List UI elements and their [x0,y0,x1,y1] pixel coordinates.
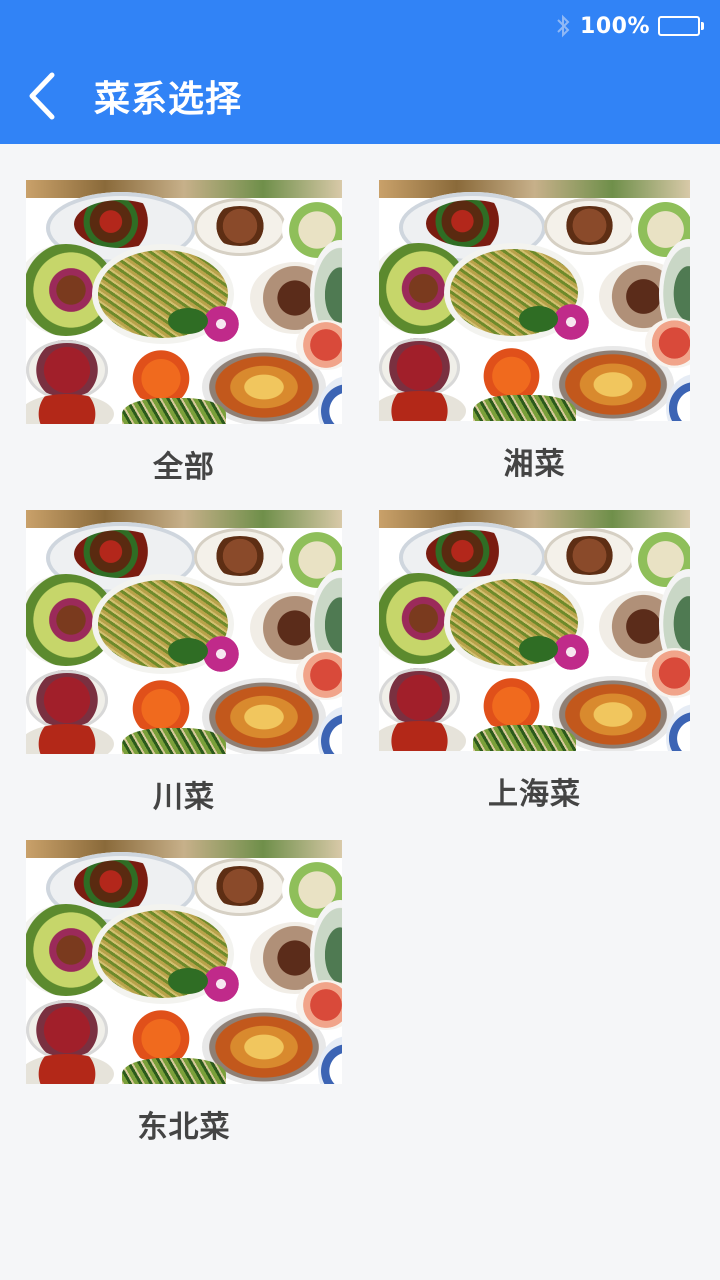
food-dish-shape [518,306,559,333]
food-dish-shape [473,395,576,421]
cuisine-card-shanghai[interactable]: 上海菜 [379,510,690,812]
food-dish-shape [26,724,114,754]
cuisine-image [379,510,690,751]
food-dish-shape [122,728,226,754]
food-dish-shape [379,721,466,751]
food-dish-shape [379,668,460,728]
cuisine-card-hunan[interactable]: 湘菜 [379,180,690,482]
cuisine-label: 川菜 [153,780,215,815]
battery-percent: 100% [580,13,650,39]
cuisine-label: 全部 [153,450,215,485]
food-dish-shape [379,391,466,421]
cuisine-label: 东北菜 [137,1110,231,1145]
food-dish-shape [168,308,208,334]
food-dish-shape [122,680,200,732]
food-dish-shape [426,529,517,578]
food-dish-shape [473,347,551,400]
food-dish-shape [379,180,690,198]
food-dish-shape [473,677,551,730]
cuisine-card-dongbei[interactable]: 东北菜 [26,840,342,1145]
food-dish-shape [26,840,342,858]
food-dish-shape [379,338,460,398]
cuisine-image [379,180,690,421]
battery-icon [658,16,704,36]
food-dish-shape [74,200,166,248]
cuisine-card-sichuan[interactable]: 川菜 [26,510,342,815]
food-dish-shape [558,205,622,246]
food-dish-shape [26,1054,114,1084]
status-bar: 100% [554,8,704,44]
food-dish-shape [473,725,576,751]
food-dish-shape [518,636,559,663]
food-dish-shape [74,530,166,578]
cuisine-label: 湘菜 [503,447,566,482]
food-dish-shape [208,866,272,906]
food-dish-shape [26,1000,108,1060]
nav-bar: 菜系选择 [0,48,720,144]
food-dish-shape [122,350,200,402]
food-dish-shape [168,638,208,664]
app-root: 100% 菜系选择 全部 湘菜 川菜 上海菜 东北菜 [0,0,720,1280]
food-dish-shape [122,398,226,424]
food-dish-shape [168,968,208,994]
food-dish-shape [26,180,342,198]
cuisine-image [26,510,342,754]
cuisine-card-all[interactable]: 全部 [26,180,342,485]
food-dish-shape [208,206,272,246]
food-dish-shape [122,1058,226,1084]
food-dish-shape [208,536,272,576]
food-dish-shape [379,510,690,528]
chevron-left-icon [29,72,55,120]
food-dish-shape [122,1010,200,1062]
food-dish-shape [26,394,114,424]
food-dish-shape [558,535,622,576]
cuisine-image [26,180,342,424]
food-dish-shape [26,510,342,528]
food-dish-shape [426,199,517,248]
food-dish-shape [74,860,166,908]
cuisine-image [26,840,342,1084]
page-title: 菜系选择 [94,79,243,120]
food-dish-shape [26,670,108,730]
app-header: 100% 菜系选择 [0,0,720,144]
back-button[interactable] [26,48,94,144]
food-dish-shape [26,340,108,400]
bluetooth-icon [557,14,570,38]
cuisine-label: 上海菜 [488,777,581,812]
